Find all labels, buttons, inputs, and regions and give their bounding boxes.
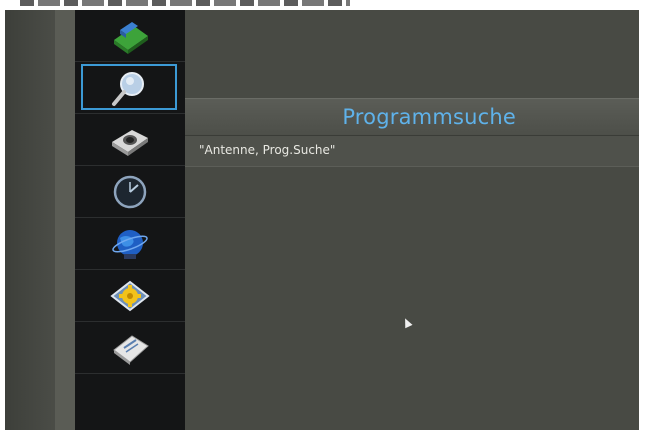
gear-icon — [108, 276, 152, 316]
scan-mode-text: "Antenne, Prog.Suche" — [199, 143, 336, 157]
info-bar: "Antenne, Prog.Suche" — [185, 136, 640, 167]
menu-sidebar — [75, 10, 185, 430]
content-panel: Programmsuche "Antenne, Prog.Suche" — [185, 10, 640, 430]
search-icon — [108, 68, 152, 108]
globe-icon — [108, 224, 152, 264]
camera-icon — [108, 120, 152, 160]
clock-icon — [108, 172, 152, 212]
picture-book-icon — [108, 16, 152, 56]
menu-item-setup[interactable] — [75, 114, 185, 166]
menu-item-picture[interactable] — [75, 10, 185, 62]
right-bezel — [639, 10, 645, 430]
left-background — [5, 10, 75, 430]
menu-item-timer[interactable] — [75, 166, 185, 218]
menu-item-search[interactable] — [75, 62, 185, 114]
menu-item-network[interactable] — [75, 218, 185, 270]
title-bar: Programmsuche — [185, 98, 640, 136]
signal-noise — [20, 0, 350, 6]
tv-screen: Programmsuche "Antenne, Prog.Suche" — [5, 10, 640, 430]
top-bezel — [0, 0, 645, 10]
menu-item-info[interactable] — [75, 322, 185, 374]
left-stripe — [55, 10, 75, 430]
page-title: Programmsuche — [342, 105, 516, 129]
menu-item-options[interactable] — [75, 270, 185, 322]
document-icon — [108, 328, 152, 368]
